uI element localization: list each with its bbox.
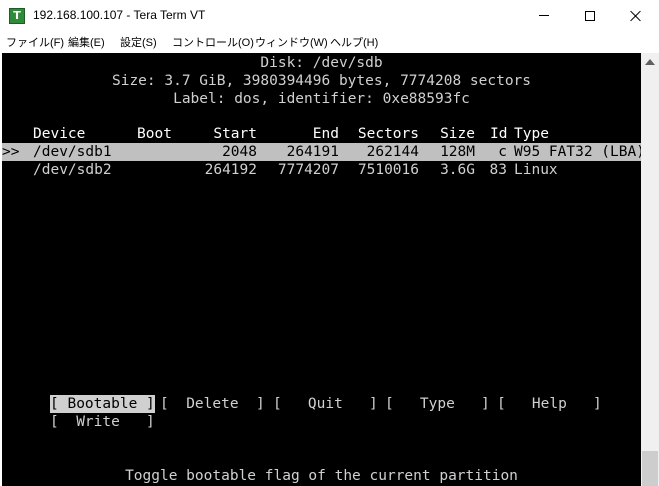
menu-control[interactable]: コントロール(O) (172, 34, 254, 50)
cell-end: 7774207 (277, 162, 339, 178)
cell-start: 264192 (204, 162, 257, 178)
maximize-icon (585, 10, 595, 21)
close-icon (630, 10, 642, 22)
status-line: Toggle bootable flag of the current part… (125, 468, 518, 484)
scrollbar-thumb[interactable] (642, 451, 658, 486)
cell-device: /dev/sdb2 (33, 162, 112, 178)
menu-help[interactable]: ヘルプ(H) (330, 34, 378, 50)
title-bar[interactable]: T 192.168.100.107 - Tera Term VT (0, 0, 659, 31)
partition-row-sdb1[interactable]: >> /dev/sdb1 2048 264191 262144 128M c W… (2, 143, 641, 161)
cell-type: Linux (514, 162, 558, 178)
header-sectors: Sectors (357, 126, 419, 142)
scroll-up-arrow-icon[interactable] (645, 59, 655, 65)
vertical-scrollbar[interactable] (641, 53, 659, 486)
menu-window[interactable]: ウィンドウ(W) (255, 34, 328, 50)
disk-name: Disk: /dev/sdb (260, 55, 383, 71)
disk-label: Label: dos, identifier: 0xe88593fc (173, 91, 470, 107)
help-button[interactable]: [ Help ] (497, 395, 602, 413)
cell-type: W95 FAT32 (LBA) (514, 144, 641, 160)
partition-row-sdb2[interactable]: /dev/sdb2 264192 7774207 7510016 3.6G 83… (2, 161, 641, 179)
header-device: Device (33, 126, 86, 142)
window-title: 192.168.100.107 - Tera Term VT (33, 8, 206, 22)
cell-start: 2048 (222, 144, 257, 160)
maximize-button[interactable] (567, 0, 613, 31)
header-id: Id (490, 126, 508, 142)
header-end: End (312, 126, 339, 142)
write-button[interactable]: [ Write ] (50, 413, 155, 431)
type-button[interactable]: [ Type ] (385, 395, 490, 413)
cell-size: 3.6G (440, 162, 475, 178)
disk-size: Size: 3.7 GiB, 3980394496 bytes, 7774208… (111, 73, 532, 89)
cell-id: 83 (489, 162, 507, 178)
minimize-button[interactable] (521, 0, 567, 31)
header-type: Type (514, 126, 549, 142)
header-size: Size (440, 126, 475, 142)
terminal-screen[interactable]: Disk: /dev/sdb Size: 3.7 GiB, 3980394496… (2, 53, 641, 486)
menu-file[interactable]: ファイル(F) (6, 34, 64, 50)
bootable-button[interactable]: [ Bootable ] (50, 395, 155, 413)
cell-device: /dev/sdb1 (33, 144, 112, 160)
header-start: Start (213, 126, 257, 142)
cell-sectors: 262144 (366, 144, 419, 160)
tera-term-app-icon[interactable]: T (9, 8, 25, 24)
delete-button[interactable]: [ Delete ] (160, 395, 265, 413)
cell-size: 128M (440, 144, 475, 160)
cell-end: 264191 (286, 144, 339, 160)
menu-edit[interactable]: 編集(E) (68, 34, 105, 50)
menu-setup[interactable]: 設定(S) (120, 34, 157, 50)
cell-id: c (498, 144, 507, 160)
cell-sectors: 7510016 (357, 162, 419, 178)
quit-button[interactable]: [ Quit ] (273, 395, 378, 413)
minimize-icon (539, 15, 549, 16)
tera-term-window: T 192.168.100.107 - Tera Term VT ファイル(F)… (0, 0, 659, 486)
menu-bar: ファイル(F) 編集(E) 設定(S) コントロール(O) ウィンドウ(W) ヘ… (0, 31, 659, 52)
header-boot: Boot (137, 126, 172, 142)
row-cursor: >> (2, 144, 20, 160)
close-button[interactable] (613, 0, 659, 31)
